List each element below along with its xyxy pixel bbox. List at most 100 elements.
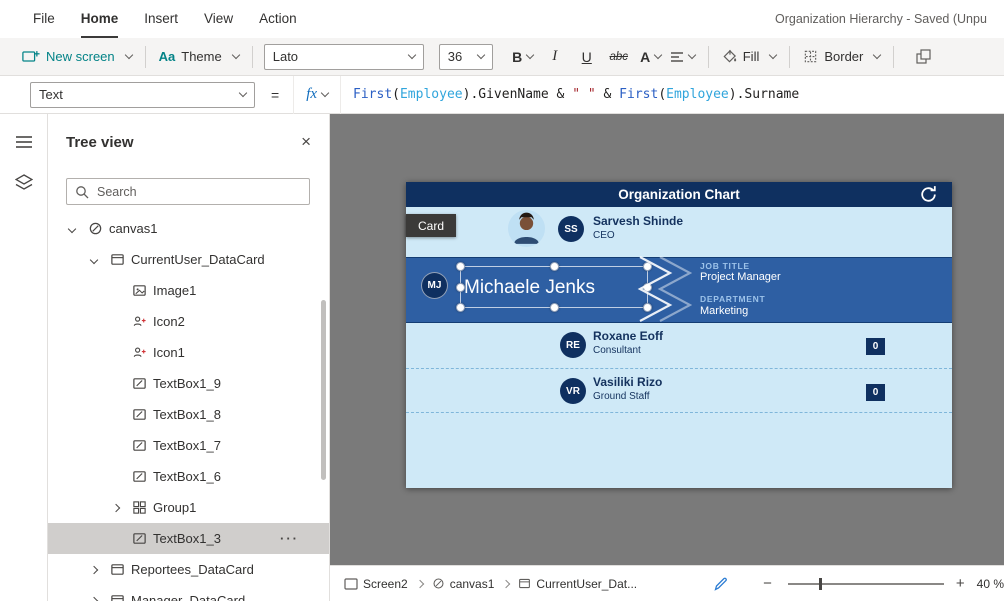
search-input[interactable] — [97, 185, 287, 199]
menu-insert[interactable]: Insert — [131, 0, 191, 38]
refresh-icon[interactable] — [918, 184, 939, 205]
selection-handle[interactable] — [456, 262, 465, 271]
strikethrough-button[interactable]: abc — [603, 42, 635, 72]
breadcrumb-canvas1[interactable]: canvas1 — [432, 577, 495, 591]
expand-toggle[interactable] — [110, 505, 132, 511]
new-screen-label: New screen — [46, 49, 115, 64]
menu-home[interactable]: Home — [68, 0, 132, 38]
screen-icon — [344, 578, 358, 590]
underline-button[interactable]: U — [571, 42, 603, 72]
design-canvas[interactable]: Organization Chart SS Sarvesh Shinde CEO… — [330, 114, 1004, 565]
datacard-icon — [518, 577, 531, 590]
menu-file[interactable]: File — [20, 0, 68, 38]
tree-item-textbox1-9[interactable]: TextBox1_9 — [48, 368, 329, 399]
fx-dropdown[interactable]: fx — [293, 76, 341, 114]
zoom-slider-handle[interactable] — [819, 578, 822, 590]
report-count-badge[interactable]: 0 — [866, 338, 885, 355]
tree-item-manager-datacard[interactable]: Manager_DataCard — [48, 585, 329, 601]
selection-handle[interactable] — [456, 303, 465, 312]
expand-toggle[interactable] — [88, 567, 110, 573]
chevron-down-icon — [124, 51, 132, 59]
tree-item-icon1[interactable]: Icon1 — [48, 337, 329, 368]
app-header-bar[interactable]: Organization Chart — [406, 182, 952, 207]
ribbon-divider — [893, 46, 894, 68]
border-grid-icon — [803, 49, 818, 64]
ribbon-divider — [789, 46, 790, 68]
avatar-initials[interactable]: SS — [558, 216, 584, 242]
tree-item-icon2[interactable]: Icon2 — [48, 306, 329, 337]
expand-toggle[interactable] — [88, 598, 110, 601]
canvas-control-icon — [432, 577, 445, 590]
report-card[interactable]: RE Roxane Eoff Consultant 0 — [406, 323, 952, 368]
tree-item-label: Icon1 — [153, 345, 185, 360]
tree-search-box[interactable] — [66, 178, 310, 205]
avatar-initials[interactable]: RE — [560, 332, 586, 358]
property-select[interactable]: Text — [30, 82, 255, 108]
left-nav-rail — [0, 114, 48, 601]
tree-scrollbar[interactable] — [321, 300, 326, 480]
zoom-out-button[interactable]: − — [763, 575, 772, 592]
expand-toggle[interactable] — [66, 226, 88, 232]
fill-button[interactable]: Fill — [718, 38, 781, 76]
chevron-down-icon — [239, 89, 247, 97]
zoom-slider[interactable] — [788, 583, 944, 585]
ceo-card[interactable]: SS Sarvesh Shinde CEO — [406, 207, 952, 257]
app-screen[interactable]: Organization Chart SS Sarvesh Shinde CEO… — [406, 182, 952, 488]
bold-button[interactable]: B — [507, 42, 539, 72]
formula-input[interactable]: First(Employee).GivenName & " " & First(… — [341, 87, 799, 102]
tree-item-currentuser-datacard[interactable]: CurrentUser_DataCard — [48, 244, 329, 275]
chevron-down-icon — [688, 51, 696, 59]
new-screen-button[interactable]: New screen — [18, 38, 136, 76]
font-color-button[interactable]: A — [635, 42, 667, 72]
control-type-tooltip: Card — [406, 214, 456, 237]
tree-item-textbox1-8[interactable]: TextBox1_8 — [48, 399, 329, 430]
breadcrumb-currentuser-datacard[interactable]: CurrentUser_Dat... — [518, 577, 637, 591]
status-bar: Screen2 canvas1 CurrentUser_Dat... − + 4… — [330, 565, 1004, 601]
selection-handle[interactable] — [550, 303, 559, 312]
avatar[interactable] — [508, 210, 545, 247]
expand-toggle[interactable] — [88, 257, 110, 263]
theme-button[interactable]: Aa Theme — [155, 38, 243, 76]
close-icon[interactable]: × — [297, 132, 315, 152]
tree-view-header: Tree view × — [66, 132, 315, 152]
font-size-select[interactable]: 36 — [439, 44, 493, 70]
menu-view[interactable]: View — [191, 0, 246, 38]
textbox-icon — [132, 469, 147, 484]
selection-handle[interactable] — [456, 283, 465, 292]
currentuser-card-selected[interactable]: MJ Michaele Jenks JOB TITLE — [406, 257, 952, 323]
tree-item-textbox1-6[interactable]: TextBox1_6 — [48, 461, 329, 492]
tree-item-canvas1[interactable]: canvas1 — [48, 213, 329, 244]
tree-item-group1[interactable]: Group1 — [48, 492, 329, 523]
tree-item-reportees-datacard[interactable]: Reportees_DataCard — [48, 554, 329, 585]
report-card[interactable]: VR Vasiliki Rizo Ground Staff 0 — [406, 368, 952, 413]
menu-action[interactable]: Action — [246, 0, 310, 38]
datacard-icon — [110, 252, 125, 267]
tree-item-textbox1-7[interactable]: TextBox1_7 — [48, 430, 329, 461]
alignment-button[interactable] — [667, 42, 699, 72]
tree-item-textbox1-3-selected[interactable]: TextBox1_3 ··· — [48, 523, 329, 554]
border-button[interactable]: Border — [799, 38, 884, 76]
selected-textbox[interactable]: Michaele Jenks — [460, 266, 648, 308]
tree-view-nav-button[interactable] — [0, 162, 48, 202]
initials-text: RE — [566, 340, 580, 351]
hamburger-icon — [15, 135, 33, 149]
selection-handle[interactable] — [550, 262, 559, 271]
edit-pencil-button[interactable] — [713, 576, 729, 592]
breadcrumb-screen2[interactable]: Screen2 — [344, 577, 408, 591]
person-name: Roxane Eoff — [593, 329, 663, 343]
report-count-badge[interactable]: 0 — [866, 384, 885, 401]
chevron-down-icon — [407, 51, 415, 59]
layers-icon — [15, 174, 33, 190]
italic-button[interactable]: I — [539, 42, 571, 72]
tree-item-image1[interactable]: Image1 — [48, 275, 329, 306]
avatar-initials[interactable]: VR — [560, 378, 586, 404]
hamburger-menu-button[interactable] — [0, 122, 48, 162]
reorder-button[interactable] — [911, 38, 936, 76]
formula-token: .GivenName — [470, 87, 548, 102]
font-family-select[interactable]: Lato — [264, 44, 424, 70]
zoom-in-button[interactable]: + — [956, 575, 965, 592]
formula-token: Employee — [666, 87, 729, 102]
tree-item-label: CurrentUser_DataCard — [131, 252, 265, 267]
avatar-initials[interactable]: MJ — [421, 272, 448, 299]
item-options-icon[interactable]: ··· — [280, 531, 299, 546]
